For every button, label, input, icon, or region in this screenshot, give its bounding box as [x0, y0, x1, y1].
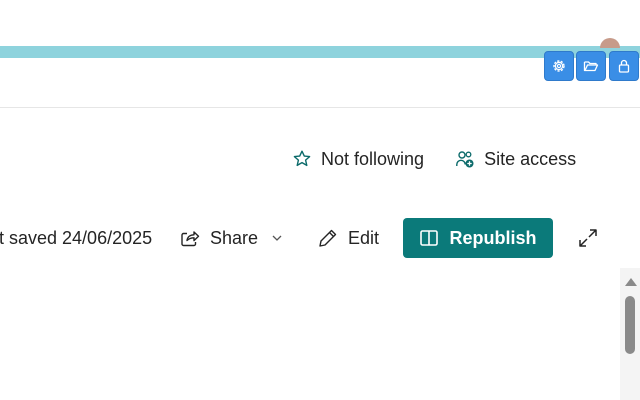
share-button[interactable]: Share	[179, 218, 284, 258]
follow-bar: Not following Site access	[292, 146, 576, 172]
edit-button[interactable]: Edit	[317, 218, 379, 258]
header-divider	[0, 107, 640, 108]
site-access-label: Site access	[484, 148, 577, 169]
share-label: Share	[210, 227, 259, 248]
chevron-down-icon	[272, 235, 282, 241]
settings-button[interactable]	[544, 51, 574, 81]
vertical-scrollbar[interactable]	[620, 268, 640, 400]
star-icon	[293, 150, 311, 167]
scroll-thumb[interactable]	[625, 296, 635, 354]
edit-label: Edit	[348, 227, 380, 248]
share-icon	[181, 231, 200, 247]
follow-label: Not following	[321, 148, 425, 169]
republish-button[interactable]: Republish	[403, 218, 553, 258]
follow-button[interactable]: Not following	[292, 149, 424, 170]
open-folder-button[interactable]	[576, 51, 606, 81]
site-access-button[interactable]: Site access	[455, 149, 576, 170]
top-bar	[0, 0, 640, 46]
scroll-up-arrow-icon[interactable]	[625, 278, 637, 286]
folder-open-icon	[583, 61, 599, 72]
expand-icon[interactable]	[577, 227, 599, 249]
people-add-icon	[456, 151, 474, 168]
book-open-icon	[420, 230, 439, 246]
gear-icon	[553, 60, 565, 72]
lock-button[interactable]	[609, 51, 639, 81]
pencil-icon	[319, 229, 337, 247]
lock-icon	[618, 59, 630, 73]
draft-status-text: ft saved 24/06/2025	[0, 228, 153, 248]
republish-label: Republish	[449, 227, 537, 248]
command-bar: ft saved 24/06/2025 Share Edit Republish	[0, 218, 640, 258]
